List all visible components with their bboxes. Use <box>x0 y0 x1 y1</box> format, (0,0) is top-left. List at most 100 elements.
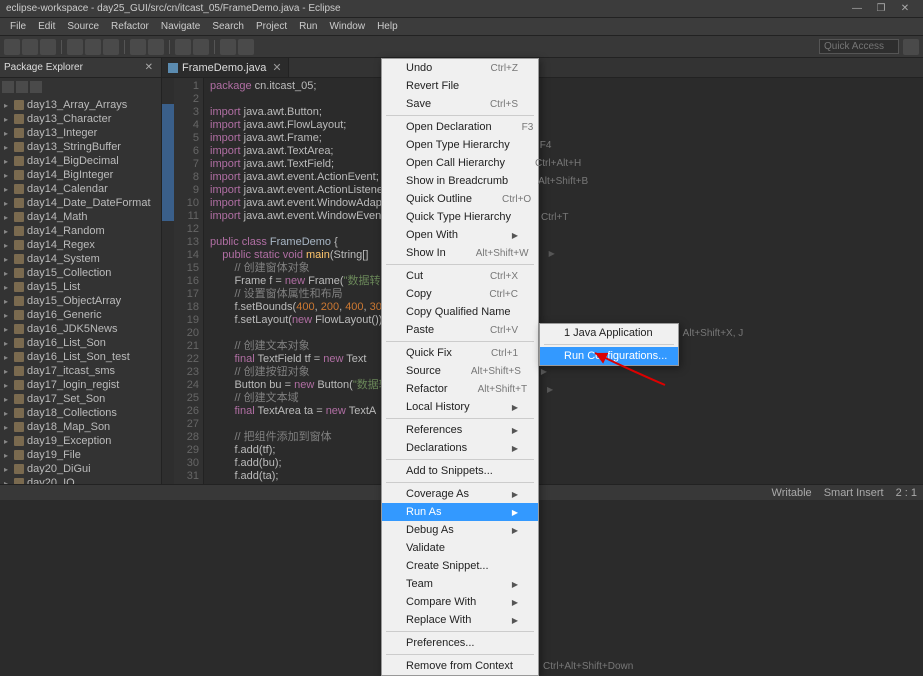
save-all-icon[interactable] <box>40 39 56 55</box>
menu-item[interactable]: Compare With▶ <box>382 593 538 611</box>
menu-item[interactable]: Run As▶ <box>382 503 538 521</box>
tree-node[interactable]: ▸day14_Random <box>0 224 161 238</box>
menu-item[interactable]: Quick OutlineCtrl+O <box>382 190 538 208</box>
menu-source[interactable]: Source <box>61 21 105 32</box>
menu-edit[interactable]: Edit <box>32 21 61 32</box>
tree-node[interactable]: ▸day19_Exception <box>0 434 161 448</box>
menu-item[interactable]: Declarations▶ <box>382 439 538 457</box>
menu-item[interactable]: Open With▶ <box>382 226 538 244</box>
menu-item[interactable]: Show in BreadcrumbAlt+Shift+B <box>382 172 538 190</box>
tree-node[interactable]: ▸day15_ObjectArray <box>0 294 161 308</box>
perspective-java-icon[interactable] <box>903 39 919 55</box>
menu-item[interactable]: Create Snippet... <box>382 557 538 575</box>
view-close-icon[interactable]: ✕ <box>141 62 157 73</box>
menu-item[interactable]: Run Configurations... <box>540 347 678 365</box>
menu-item[interactable]: Validate <box>382 539 538 557</box>
menu-item[interactable]: SaveCtrl+S <box>382 95 538 113</box>
tree-node[interactable]: ▸day14_Math <box>0 210 161 224</box>
tree-node[interactable]: ▸day13_StringBuffer <box>0 140 161 154</box>
menu-item[interactable]: UndoCtrl+Z <box>382 59 538 77</box>
menu-item[interactable]: Open Call HierarchyCtrl+Alt+H <box>382 154 538 172</box>
maximize-button[interactable]: ❐ <box>869 3 893 14</box>
tree-node[interactable]: ▸day16_List_Son_test <box>0 350 161 364</box>
menu-navigate[interactable]: Navigate <box>155 21 206 32</box>
menu-search[interactable]: Search <box>206 21 250 32</box>
tree-node[interactable]: ▸day14_System <box>0 252 161 266</box>
menu-item[interactable]: Add to Snippets... <box>382 462 538 480</box>
menu-file[interactable]: File <box>4 21 32 32</box>
menu-item[interactable]: 1 Java ApplicationAlt+Shift+X, J <box>540 324 678 342</box>
menu-item[interactable]: Revert File <box>382 77 538 95</box>
run-icon[interactable] <box>85 39 101 55</box>
view-menu-icon[interactable] <box>30 81 42 93</box>
menu-item[interactable]: CopyCtrl+C <box>382 285 538 303</box>
tree-node[interactable]: ▸day16_List_Son <box>0 336 161 350</box>
close-button[interactable]: ✕ <box>893 3 917 14</box>
run-as-submenu[interactable]: 1 Java ApplicationAlt+Shift+X, J Run Conf… <box>539 323 679 366</box>
menu-item[interactable]: PasteCtrl+V <box>382 321 538 339</box>
tree-node[interactable]: ▸day14_Calendar <box>0 182 161 196</box>
tree-node[interactable]: ▸day18_Collections <box>0 406 161 420</box>
minimize-button[interactable]: — <box>845 3 869 14</box>
tree-node[interactable]: ▸day13_Integer <box>0 126 161 140</box>
tree-node[interactable]: ▸day17_Set_Son <box>0 392 161 406</box>
tree-node[interactable]: ▸day14_BigDecimal <box>0 154 161 168</box>
search-icon[interactable] <box>193 39 209 55</box>
context-menu[interactable]: UndoCtrl+ZRevert FileSaveCtrl+S Open Decl… <box>381 58 539 676</box>
code-content[interactable]: package cn.itcast_05;import java.awt.But… <box>204 78 923 484</box>
tree-node[interactable]: ▸day17_login_regist <box>0 378 161 392</box>
tree-node[interactable]: ▸day14_Regex <box>0 238 161 252</box>
editor-tab-framedemo[interactable]: FrameDemo.java ✕ <box>162 58 289 77</box>
coverage-icon[interactable] <box>103 39 119 55</box>
forward-icon[interactable] <box>238 39 254 55</box>
tree-node[interactable]: ▸day14_BigInteger <box>0 168 161 182</box>
menu-item[interactable]: Replace With▶ <box>382 611 538 629</box>
new-package-icon[interactable] <box>130 39 146 55</box>
menu-item[interactable]: SourceAlt+Shift+S▶ <box>382 362 538 380</box>
new-class-icon[interactable] <box>148 39 164 55</box>
tree-node[interactable]: ▸day19_File <box>0 448 161 462</box>
tree-node[interactable]: ▸day13_Character <box>0 112 161 126</box>
menu-item[interactable]: Open DeclarationF3 <box>382 118 538 136</box>
link-editor-icon[interactable] <box>16 81 28 93</box>
tree-node[interactable]: ▸day20_DiGui <box>0 462 161 476</box>
save-icon[interactable] <box>22 39 38 55</box>
menu-item[interactable]: Team▶ <box>382 575 538 593</box>
menu-item[interactable]: Local History▶ <box>382 398 538 416</box>
tree-node[interactable]: ▸day14_Date_DateFormat <box>0 196 161 210</box>
tree-node[interactable]: ▸day15_Collection <box>0 266 161 280</box>
menu-item[interactable]: Debug As▶ <box>382 521 538 539</box>
tree-node[interactable]: ▸day18_Map_Son <box>0 420 161 434</box>
menu-item[interactable]: References▶ <box>382 421 538 439</box>
menu-run[interactable]: Run <box>293 21 323 32</box>
new-icon[interactable] <box>4 39 20 55</box>
menu-help[interactable]: Help <box>371 21 404 32</box>
menu-item[interactable]: RefactorAlt+Shift+T▶ <box>382 380 538 398</box>
project-tree[interactable]: ▸day13_Array_Arrays▸day13_Character▸day1… <box>0 96 161 484</box>
menu-item[interactable]: Copy Qualified Name <box>382 303 538 321</box>
tree-node[interactable]: ▸day13_Array_Arrays <box>0 98 161 112</box>
collapse-all-icon[interactable] <box>2 81 14 93</box>
open-type-icon[interactable] <box>175 39 191 55</box>
menu-item[interactable]: Quick FixCtrl+1 <box>382 344 538 362</box>
menu-item[interactable]: Quick Type HierarchyCtrl+T <box>382 208 538 226</box>
tree-node[interactable]: ▸day17_itcast_sms <box>0 364 161 378</box>
editor-tab-label: FrameDemo.java <box>182 62 266 74</box>
menu-item[interactable]: Coverage As▶ <box>382 485 538 503</box>
tree-node[interactable]: ▸day20_IO <box>0 476 161 484</box>
tab-close-icon[interactable]: ✕ <box>272 61 281 74</box>
tree-node[interactable]: ▸day16_Generic <box>0 308 161 322</box>
menu-item[interactable]: Preferences... <box>382 634 538 652</box>
menu-item[interactable]: Show InAlt+Shift+W▶ <box>382 244 538 262</box>
quick-access-input[interactable] <box>819 39 899 54</box>
menu-item[interactable]: Open Type HierarchyF4 <box>382 136 538 154</box>
menu-item[interactable]: Remove from ContextCtrl+Alt+Shift+Down <box>382 657 538 675</box>
menu-window[interactable]: Window <box>323 21 371 32</box>
menu-refactor[interactable]: Refactor <box>105 21 155 32</box>
debug-icon[interactable] <box>67 39 83 55</box>
tree-node[interactable]: ▸day15_List <box>0 280 161 294</box>
tree-node[interactable]: ▸day16_JDK5News <box>0 322 161 336</box>
menu-item[interactable]: CutCtrl+X <box>382 267 538 285</box>
menu-project[interactable]: Project <box>250 21 293 32</box>
back-icon[interactable] <box>220 39 236 55</box>
